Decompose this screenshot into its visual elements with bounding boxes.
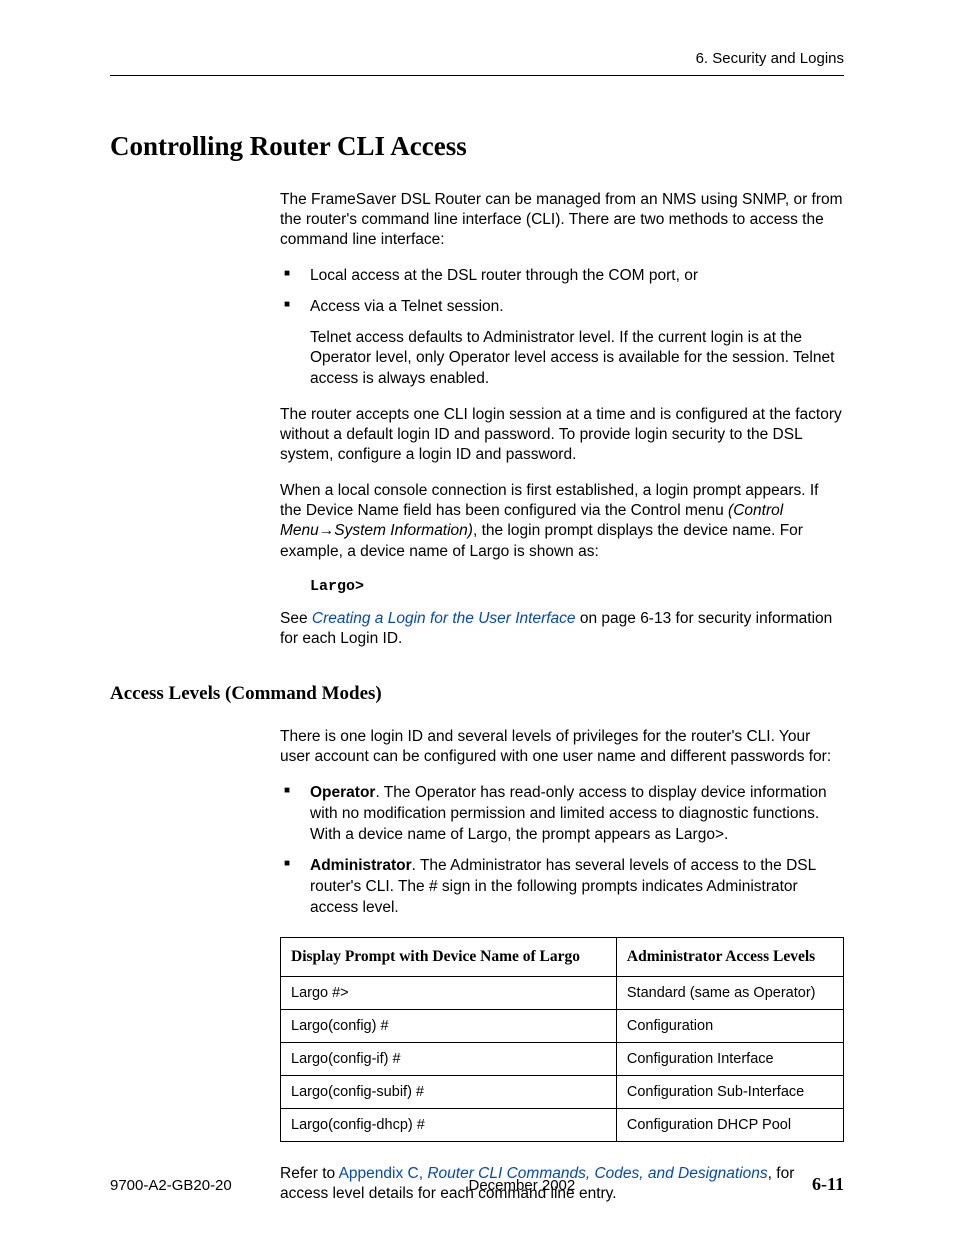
- section-heading: Access Levels (Command Modes): [110, 683, 844, 705]
- list-item: Operator. The Operator has read-only acc…: [280, 783, 844, 846]
- table-cell: Configuration Interface: [616, 1042, 843, 1075]
- arrow-icon: →: [319, 522, 335, 539]
- list-item-text: Access via a Telnet session.: [310, 298, 504, 315]
- body-paragraph: See Creating a Login for the User Interf…: [280, 609, 844, 649]
- table-row: Largo(config-subif) # Configuration Sub-…: [281, 1075, 844, 1108]
- code-prompt: Largo>: [310, 578, 844, 595]
- table-row: Largo(config) # Configuration: [281, 1009, 844, 1042]
- access-levels-table: Display Prompt with Device Name of Largo…: [280, 937, 844, 1142]
- list-item: Local access at the DSL router through t…: [280, 266, 844, 287]
- footer-date: December 2002: [469, 1177, 576, 1194]
- table-header: Administrator Access Levels: [616, 937, 843, 976]
- table-cell: Largo(config-subif) #: [281, 1075, 617, 1108]
- footer-docnum: 9700-A2-GB20-20: [110, 1177, 232, 1194]
- text-run: System Information): [334, 522, 473, 539]
- footer-pagenum: 6-11: [812, 1174, 844, 1195]
- table-row: Largo(config-dhcp) # Configuration DHCP …: [281, 1108, 844, 1141]
- table-header: Display Prompt with Device Name of Largo: [281, 937, 617, 976]
- text-run: . The Operator has read-only access to d…: [310, 784, 827, 843]
- body-paragraph: When a local console connection is first…: [280, 481, 844, 562]
- access-methods-list: Local access at the DSL router through t…: [280, 266, 844, 388]
- table-cell: Configuration DHCP Pool: [616, 1108, 843, 1141]
- access-levels-list: Operator. The Operator has read-only acc…: [280, 783, 844, 919]
- header-rule: [110, 75, 844, 76]
- term-administrator: Administrator: [310, 857, 412, 874]
- chapter-header: 6. Security and Logins: [110, 50, 844, 75]
- cross-ref-link[interactable]: Creating a Login for the User Interface: [312, 610, 576, 627]
- table-row: Largo #> Standard (same as Operator): [281, 976, 844, 1009]
- list-item: Access via a Telnet session. Telnet acce…: [280, 297, 844, 388]
- term-operator: Operator: [310, 784, 375, 801]
- list-item: Administrator. The Administrator has sev…: [280, 856, 844, 919]
- page-title: Controlling Router CLI Access: [110, 131, 844, 162]
- intro-paragraph: The FrameSaver DSL Router can be managed…: [280, 190, 844, 250]
- table-cell: Largo(config-if) #: [281, 1042, 617, 1075]
- table-cell: Largo #>: [281, 976, 617, 1009]
- table-row: Largo(config-if) # Configuration Interfa…: [281, 1042, 844, 1075]
- body-paragraph: The router accepts one CLI login session…: [280, 405, 844, 465]
- table-cell: Largo(config-dhcp) #: [281, 1108, 617, 1141]
- list-item-subtext: Telnet access defaults to Administrator …: [310, 328, 844, 388]
- table-cell: Configuration Sub-Interface: [616, 1075, 843, 1108]
- table-cell: Largo(config) #: [281, 1009, 617, 1042]
- text-run: See: [280, 610, 312, 627]
- table-cell: Standard (same as Operator): [616, 976, 843, 1009]
- table-cell: Configuration: [616, 1009, 843, 1042]
- body-paragraph: There is one login ID and several levels…: [280, 727, 844, 767]
